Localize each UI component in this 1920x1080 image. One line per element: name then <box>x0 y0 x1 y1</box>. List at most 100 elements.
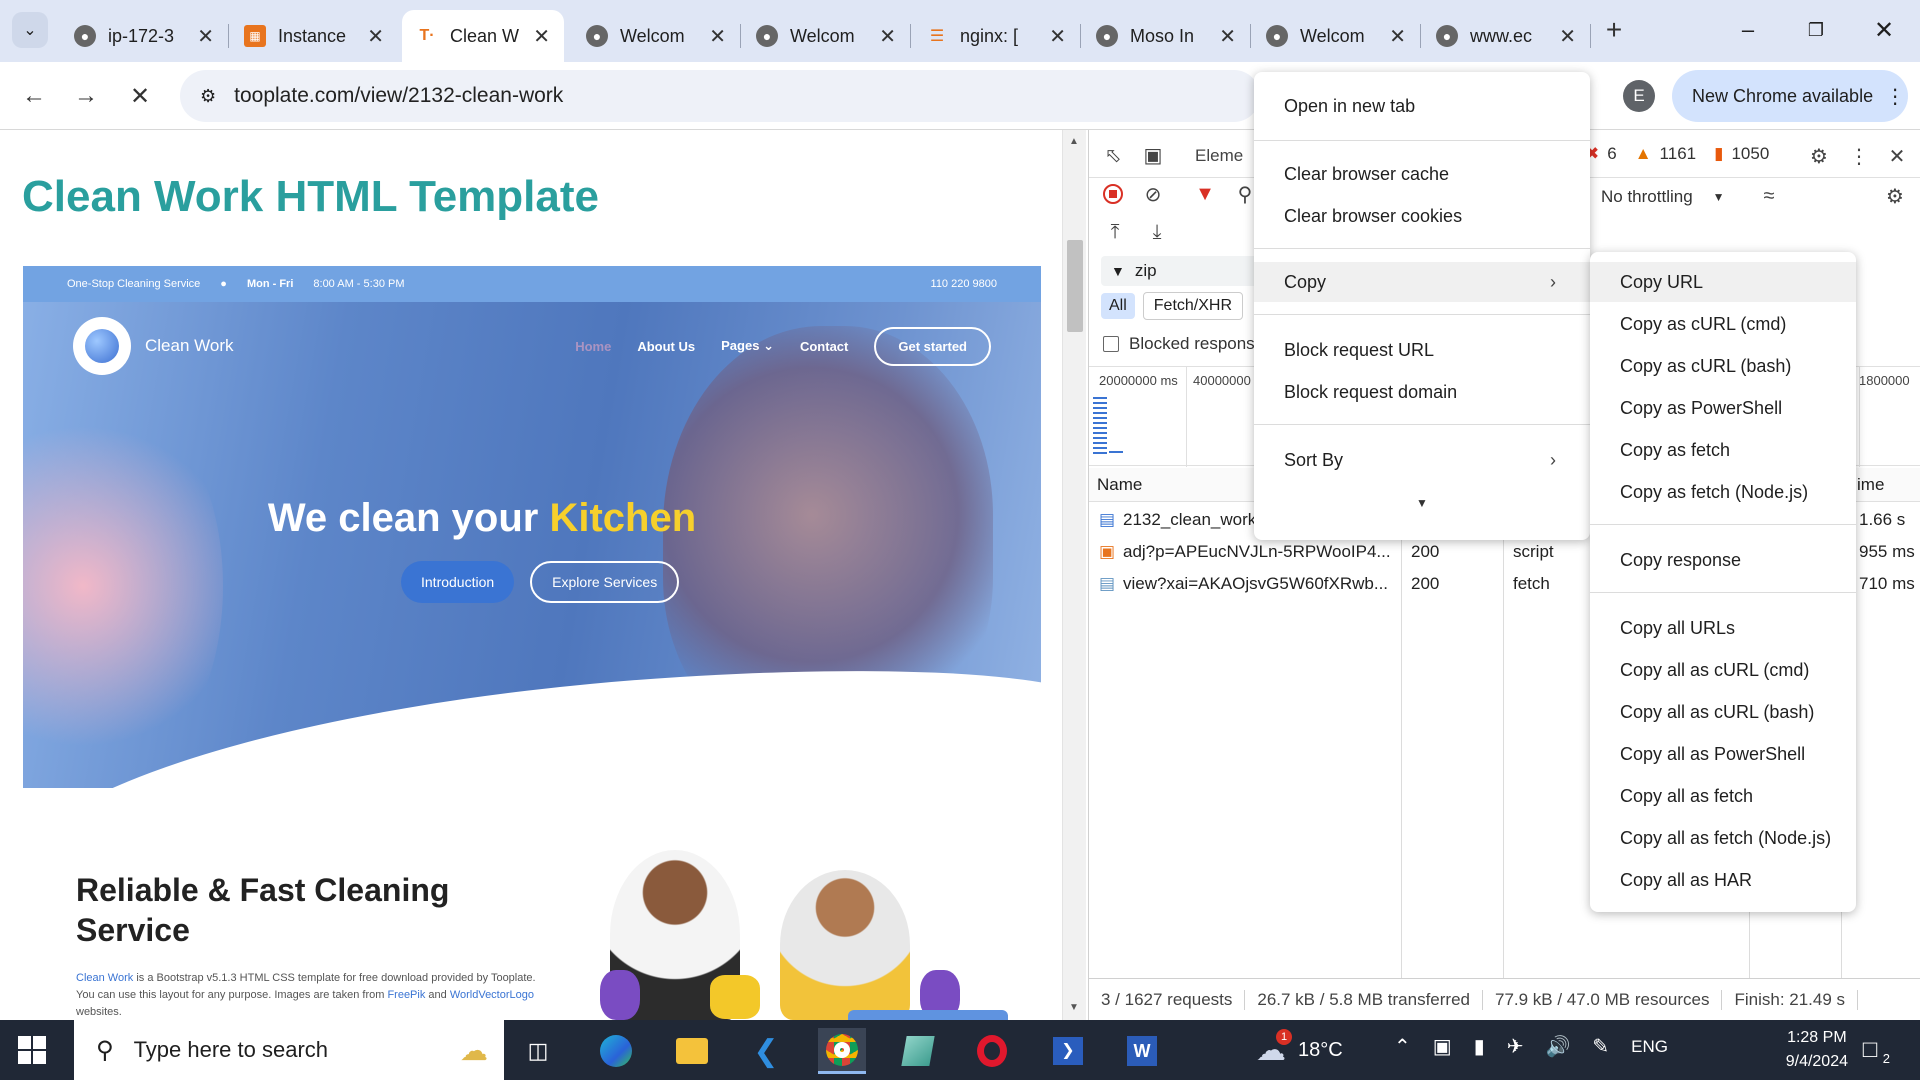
download-icon[interactable]: ⤓ <box>1143 218 1171 246</box>
site-info-icon[interactable]: ⚙ <box>200 86 216 107</box>
hero-menu-contact[interactable]: Contact <box>800 339 848 354</box>
close-icon[interactable]: ✕ <box>1219 24 1236 49</box>
forward-button[interactable]: → <box>66 76 106 116</box>
record-stop-icon[interactable] <box>1099 180 1127 208</box>
hero-menu-home[interactable]: Home <box>575 339 611 354</box>
menu-block-url[interactable]: Block request URL <box>1254 330 1590 370</box>
taskbar-clock[interactable]: 1:28 PM 9/4/2024 <box>1786 1026 1848 1074</box>
tab-2-active[interactable]: T· Clean W ✕ <box>402 10 564 62</box>
menu-copy-fetch[interactable]: Copy as fetch <box>1590 430 1856 470</box>
kebab-menu-icon[interactable]: ⋮ <box>1845 142 1873 170</box>
battery-icon[interactable]: ▮ <box>1474 1034 1485 1059</box>
tab-8[interactable]: ● www.ec ✕ <box>1422 10 1591 62</box>
stop-loading-button[interactable]: ✕ <box>120 76 160 116</box>
close-icon[interactable]: ✕ <box>1559 24 1576 49</box>
clean-work-logo[interactable] <box>73 317 131 375</box>
network-settings-icon[interactable]: ⚙ <box>1881 182 1909 210</box>
menu-block-domain[interactable]: Block request domain <box>1254 372 1590 412</box>
menu-open-new-tab[interactable]: Open in new tab <box>1254 86 1590 126</box>
taskbar-vscode[interactable]: ❮ <box>742 1028 790 1074</box>
tray-device-icon[interactable]: ▣ <box>1433 1034 1452 1059</box>
taskbar-search-box[interactable]: ⚲ Type here to search ☁ <box>74 1020 504 1080</box>
col-name-header[interactable]: Name <box>1097 475 1142 495</box>
minimize-button[interactable]: – <box>1726 10 1770 50</box>
menu-copy-all-curl-cmd[interactable]: Copy all as cURL (cmd) <box>1590 650 1856 690</box>
introduction-button[interactable]: Introduction <box>401 561 515 603</box>
weather-widget[interactable]: ☁ 1 18°C <box>1256 1028 1343 1070</box>
freepik-link[interactable]: FreePik <box>387 989 425 1001</box>
menu-copy[interactable]: Copy › <box>1254 262 1590 302</box>
clean-work-link[interactable]: Clean Work <box>76 972 133 984</box>
close-icon[interactable]: ✕ <box>533 24 550 49</box>
blocked-checkbox[interactable] <box>1103 336 1119 352</box>
back-button[interactable]: ← <box>14 76 54 116</box>
menu-copy-all-urls[interactable]: Copy all URLs <box>1590 608 1856 648</box>
tab-elements[interactable]: Eleme <box>1195 146 1243 166</box>
menu-copy-url[interactable]: Copy URL <box>1590 262 1856 302</box>
explore-services-button[interactable]: Explore Services <box>530 561 680 603</box>
taskbar-chrome[interactable] <box>818 1028 866 1074</box>
volume-icon[interactable]: 🔊 <box>1545 1034 1570 1059</box>
upload-icon[interactable]: ⤒ <box>1101 218 1129 246</box>
taskbar-edge[interactable] <box>592 1028 640 1074</box>
notification-center-button[interactable]: □ 2 <box>1850 1034 1890 1066</box>
menu-copy-fetch-node[interactable]: Copy as fetch (Node.js) <box>1590 472 1856 512</box>
new-tab-button[interactable]: + <box>1596 12 1632 48</box>
worldvectorlogo-link[interactable]: WorldVectorLogo <box>450 989 534 1001</box>
menu-copy-all-curl-bash[interactable]: Copy all as cURL (bash) <box>1590 692 1856 732</box>
tab-1[interactable]: ▦ Instance ✕ <box>230 10 398 62</box>
windows-start-button[interactable] <box>18 1036 46 1064</box>
close-icon[interactable]: ✕ <box>1883 142 1911 170</box>
taskbar-file-explorer[interactable] <box>668 1028 716 1074</box>
menu-copy-all-fetch-node[interactable]: Copy all as fetch (Node.js) <box>1590 818 1856 858</box>
taskbar-word[interactable]: W <box>1118 1028 1166 1074</box>
col-time-header[interactable]: ime <box>1857 475 1884 495</box>
taskbar-notes-app[interactable] <box>894 1028 942 1074</box>
tab-search-button[interactable]: ⌄ <box>12 12 48 48</box>
scroll-down-icon[interactable]: ▼ <box>1069 1002 1079 1013</box>
network-conditions-icon[interactable]: ≈ <box>1755 182 1783 210</box>
task-view-button[interactable]: ◫ <box>514 1028 562 1074</box>
menu-sort-by[interactable]: Sort By › <box>1254 440 1590 480</box>
get-started-button[interactable]: Get started <box>874 326 991 366</box>
throttling-select[interactable]: No throttling ▼ <box>1601 182 1751 212</box>
restore-button[interactable]: ❐ <box>1794 10 1838 50</box>
taskbar-powershell[interactable]: ❯ <box>1044 1028 1092 1074</box>
menu-more-arrow-icon[interactable]: ▼ <box>1416 496 1428 510</box>
scrollbar-thumb[interactable] <box>1067 240 1083 332</box>
close-icon[interactable]: ✕ <box>709 24 726 49</box>
tab-3[interactable]: ● Welcom ✕ <box>572 10 741 62</box>
close-icon[interactable]: ✕ <box>1049 24 1066 49</box>
filter-chip-fetch[interactable]: Fetch/XHR <box>1142 292 1244 320</box>
tab-5[interactable]: ☰ nginx: [ ✕ <box>912 10 1081 62</box>
hero-brand[interactable]: Clean Work <box>145 336 234 356</box>
hero-menu-pages[interactable]: Pages ⌄ <box>721 338 774 354</box>
menu-copy-all-fetch[interactable]: Copy all as fetch <box>1590 776 1856 816</box>
airplane-icon[interactable]: ✈ <box>1507 1034 1524 1059</box>
menu-clear-cookies[interactable]: Clear browser cookies <box>1254 196 1590 236</box>
gear-icon[interactable]: ⚙ <box>1805 142 1833 170</box>
close-icon[interactable]: ✕ <box>367 24 384 49</box>
menu-copy-response[interactable]: Copy response <box>1590 540 1856 580</box>
warning-count[interactable]: 1161 <box>1660 144 1697 164</box>
page-button-partial[interactable] <box>848 1010 1008 1020</box>
issues-count[interactable]: 1050 <box>1731 144 1769 164</box>
address-bar[interactable]: ⚙ tooplate.com/view/2132-clean-work <box>180 70 1260 122</box>
clear-icon[interactable]: ⊘ <box>1139 180 1167 208</box>
url-text[interactable]: tooplate.com/view/2132-clean-work <box>234 84 563 108</box>
tray-chevron-up-icon[interactable]: ⌃ <box>1394 1034 1411 1059</box>
profile-avatar[interactable]: E <box>1623 80 1655 112</box>
menu-copy-powershell[interactable]: Copy as PowerShell <box>1590 388 1856 428</box>
pen-icon[interactable]: ✎ <box>1592 1034 1609 1059</box>
template-preview-hero[interactable]: One-Stop Cleaning Service ● Mon - Fri 8:… <box>23 266 1041 788</box>
taskbar-opera[interactable] <box>968 1028 1016 1074</box>
tab-0[interactable]: ● ip-172-3 ✕ <box>60 10 229 62</box>
close-icon[interactable]: ✕ <box>197 24 214 49</box>
menu-clear-cache[interactable]: Clear browser cache <box>1254 154 1590 194</box>
scroll-up-icon[interactable]: ▲ <box>1069 136 1079 147</box>
inspect-element-icon[interactable]: ⬁ <box>1099 142 1127 170</box>
close-icon[interactable]: ✕ <box>1389 24 1406 49</box>
filter-chip-all[interactable]: All <box>1101 293 1135 319</box>
device-toolbar-icon[interactable]: ▣ <box>1139 142 1167 170</box>
filter-icon[interactable]: ▼ <box>1191 180 1219 208</box>
